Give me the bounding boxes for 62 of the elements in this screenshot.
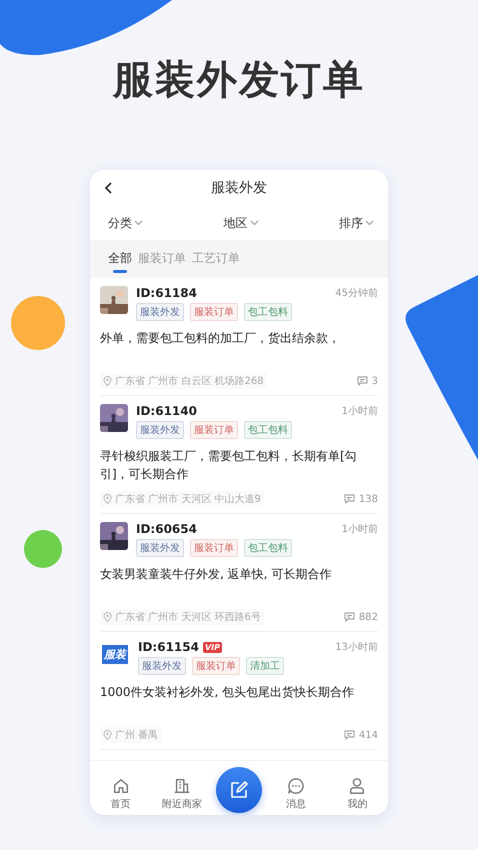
order-id: ID:61140 [136,404,197,418]
comment-icon [344,730,355,740]
order-description: 外单，需要包工包料的加工厂，货出结余款， [100,330,341,347]
publish-button[interactable] [216,767,262,813]
location-tag: 广东省 广州市 天河区 环西路6号 [100,609,264,625]
filter-dropdown[interactable]: 分类 [108,214,143,232]
post-time: 1小时前 [342,404,378,418]
order-tag: 服装外发 [136,539,184,557]
order-tag: 包工包料 [244,539,292,557]
home-icon [112,777,130,795]
order-tag: 服装订单 [190,539,238,557]
filter-dropdown[interactable]: 排序 [339,214,374,232]
order-tag: 服装外发 [136,303,184,321]
nav-tab[interactable]: 消息 [269,777,324,811]
comment-icon [356,376,368,386]
chevron-down-icon [250,220,258,226]
person-icon [348,777,366,795]
headline: 服装外发订单 [113,58,365,102]
order-description: 寻针梭织服装工厂，需要包工包料，长期有单[勾引]，可长期合作 [100,448,358,483]
round-decoration [11,296,65,350]
nav-tab[interactable]: 附近商家 [154,777,209,811]
comment-count: 138 [358,494,378,504]
order-tag: 服装外发 [138,657,186,675]
location-tag: 广州 番禺 [100,727,162,743]
order-description: 1000件女装衬衫外发, 包头包尾出货快长期合作 [100,684,356,701]
order-id: ID:61184 [136,286,197,300]
location-tag: 广东省 广州市 天河区 中山大道9 [100,491,264,507]
order-tag: 服装订单 [190,303,238,321]
comment-count: 3 [372,376,378,386]
order-id: ID:61154 [138,640,199,654]
nav-tab[interactable]: 首页 [94,777,148,811]
order-tag: 服装订单 [190,421,238,439]
comment-count: 882 [358,612,378,622]
vip-badge: VIP [202,642,222,652]
order-tag: 包工包料 [244,303,292,321]
building-icon [172,777,191,795]
order-tag: 包工包料 [244,421,292,439]
order-description: 女装男装童装牛仔外发, 返单快, 可长期合作 [100,566,332,583]
chat-icon [287,777,306,795]
location-tag: 广东省 广州市 白云区 机场路268 [100,373,267,389]
edit-icon [228,780,249,800]
location-pin-icon [103,494,112,504]
order-tag: 服装外发 [136,421,184,439]
category-tab[interactable]: 全部 [108,244,132,274]
order-tag: 服装订单 [192,657,240,675]
comment-icon [344,612,355,622]
screen-title: 服装外发 [211,179,267,197]
post-time: 45分钟前 [335,286,378,300]
nav-tab[interactable]: 我的 [330,777,384,811]
chevron-down-icon [134,220,143,226]
post-time: 13小时前 [335,640,378,654]
order-id: ID:60654 [136,522,197,536]
comment-icon [344,494,355,504]
order-tag: 清加工 [246,657,284,675]
chevron-down-icon [365,220,374,226]
round-decoration [24,530,62,568]
location-pin-icon [103,730,112,740]
comment-count: 414 [358,730,378,740]
filter-dropdown[interactable]: 地区 [224,214,258,232]
post-time: 1小时前 [342,522,378,536]
location-pin-icon [103,612,112,622]
location-pin-icon [103,376,112,386]
